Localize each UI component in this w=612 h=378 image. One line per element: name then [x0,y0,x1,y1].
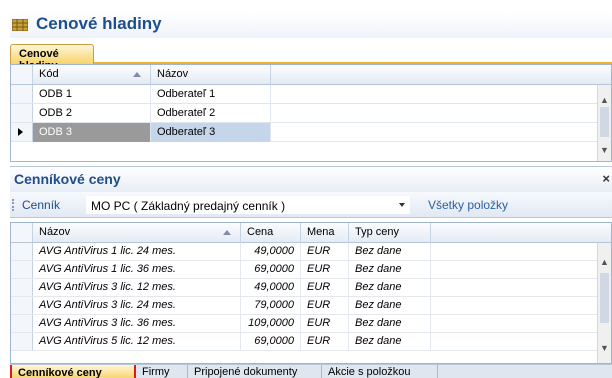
cell-typ-ceny: Bez dane [349,261,431,279]
cell-typ-ceny: Bez dane [349,315,431,333]
top-tab-strip: Cenové hladiny [10,40,612,72]
tab-cenove-hladiny[interactable]: Cenové hladiny [10,44,94,72]
cell-mena: EUR [301,315,349,333]
pricelist-prices-grid: Názov Cena Mena Typ ceny AVG AntiVirus 1… [10,222,612,364]
cell-kod: ODB 1 [33,85,151,104]
row-indicator-header [11,65,33,84]
cell-cena: 69,0000 [241,333,301,351]
table-row[interactable]: AVG AntiVirus 1 lic. 24 mes. 49,0000 EUR… [11,243,611,261]
cell-nazov: AVG AntiVirus 1 lic. 24 mes. [33,243,241,261]
tab-pripojene-dokumenty[interactable]: Pripojené dokumenty [188,365,322,378]
all-items-link[interactable]: Všetky položky [428,198,508,212]
current-row-arrow-icon [18,128,23,136]
cell-typ-ceny: Bez dane [349,279,431,297]
chevron-down-icon[interactable] [399,203,405,207]
cell-cena: 49,0000 [241,279,301,297]
cell-mena: EUR [301,297,349,315]
cell-cena: 69,0000 [241,261,301,279]
cell-cena: 109,0000 [241,315,301,333]
scroll-up-icon[interactable]: ▲ [600,257,609,267]
tab-firmy[interactable]: Firmy [136,365,188,378]
cell-mena: EUR [301,261,349,279]
cell-nazov: AVG AntiVirus 3 lic. 36 mes. [33,315,241,333]
scroll-up-icon[interactable]: ▲ [600,95,609,105]
cell-kod: ODB 2 [33,104,151,123]
table-row[interactable]: AVG AntiVirus 3 lic. 12 mes. 49,0000 EUR… [11,279,611,297]
price-levels-grid: Kód Názov ODB 1 Odberateľ 1 ODB 2 Odbera… [10,64,612,162]
cell-typ-ceny: Bez dane [349,333,431,351]
table-row[interactable]: ODB 1 Odberateľ 1 [11,85,611,104]
vertical-scrollbar[interactable]: ▲ ▼ [597,85,611,161]
window-title: Cenové hladiny [36,14,162,33]
scroll-down-icon[interactable]: ▼ [600,145,609,155]
column-header-kod[interactable]: Kód [33,65,151,85]
pricelist-label: Cenník [22,198,61,212]
cell-nazov: Odberateľ 2 [151,104,271,123]
sort-ascending-icon [223,230,231,235]
scroll-thumb[interactable] [600,107,609,137]
table-row[interactable]: AVG AntiVirus 1 lic. 36 mes. 69,0000 EUR… [11,261,611,279]
cell-nazov: AVG AntiVirus 5 lic. 12 mes. [33,333,241,351]
toolbar-grip-icon[interactable] [12,199,14,211]
close-icon[interactable]: × [602,171,610,186]
table-row[interactable]: AVG AntiVirus 3 lic. 36 mes. 109,0000 EU… [11,315,611,333]
pricelist-combo-value: MO PC ( Základný predajný cenník ) [91,199,286,213]
column-header-cena[interactable]: Cena [241,223,301,243]
cell-mena: EUR [301,279,349,297]
table-row[interactable]: ODB 2 Odberateľ 2 [11,104,611,123]
bottom-tab-strip: Cenníkové ceny Firmy Pripojené dokumenty… [10,364,612,378]
cell-cena: 79,0000 [241,297,301,315]
cell-typ-ceny: Bez dane [349,297,431,315]
cell-cena: 49,0000 [241,243,301,261]
table-row-selected[interactable]: ODB 3 Odberateľ 3 [11,123,611,142]
grid-header: Názov Cena Mena Typ ceny [11,223,611,243]
cell-nazov: AVG AntiVirus 1 lic. 36 mes. [33,261,241,279]
cell-mena: EUR [301,243,349,261]
vertical-scrollbar[interactable]: ▲ ▼ [597,243,611,363]
scroll-down-icon[interactable]: ▼ [600,343,609,353]
column-header-nazov[interactable]: Názov [151,65,271,85]
window-title-bar: Cenové hladiny [10,12,612,38]
cell-mena: EUR [301,333,349,351]
grid-header: Kód Názov [11,65,611,85]
cell-kod: ODB 3 [33,123,151,142]
column-header-nazov[interactable]: Názov [33,223,241,243]
table-grid-icon [12,19,28,31]
column-header-typ-ceny[interactable]: Typ ceny [349,223,431,243]
cell-nazov: Odberateľ 3 [151,123,271,142]
cell-typ-ceny: Bez dane [349,243,431,261]
cell-nazov: AVG AntiVirus 3 lic. 12 mes. [33,279,241,297]
table-row[interactable]: AVG AntiVirus 5 lic. 12 mes. 69,0000 EUR… [11,333,611,351]
scroll-thumb[interactable] [600,273,609,323]
column-header-mena[interactable]: Mena [301,223,349,243]
tab-akcie-s-polozkou[interactable]: Akcie s položkou [322,365,438,378]
table-row[interactable]: AVG AntiVirus 3 lic. 24 mes. 79,0000 EUR… [11,297,611,315]
sort-ascending-icon [133,72,141,77]
pricelist-toolbar: Cenník MO PC ( Základný predajný cenník … [10,192,612,218]
cell-nazov: AVG AntiVirus 3 lic. 24 mes. [33,297,241,315]
row-indicator-header [11,223,33,242]
section-header-cennikove-ceny: Cenníkové ceny × [10,166,612,192]
tab-cennikove-ceny[interactable]: Cenníkové ceny [10,365,136,378]
pricelist-combo[interactable]: MO PC ( Základný predajný cenník ) [86,196,410,214]
cell-nazov: Odberateľ 1 [151,85,271,104]
section-title: Cenníkové ceny [14,171,121,187]
